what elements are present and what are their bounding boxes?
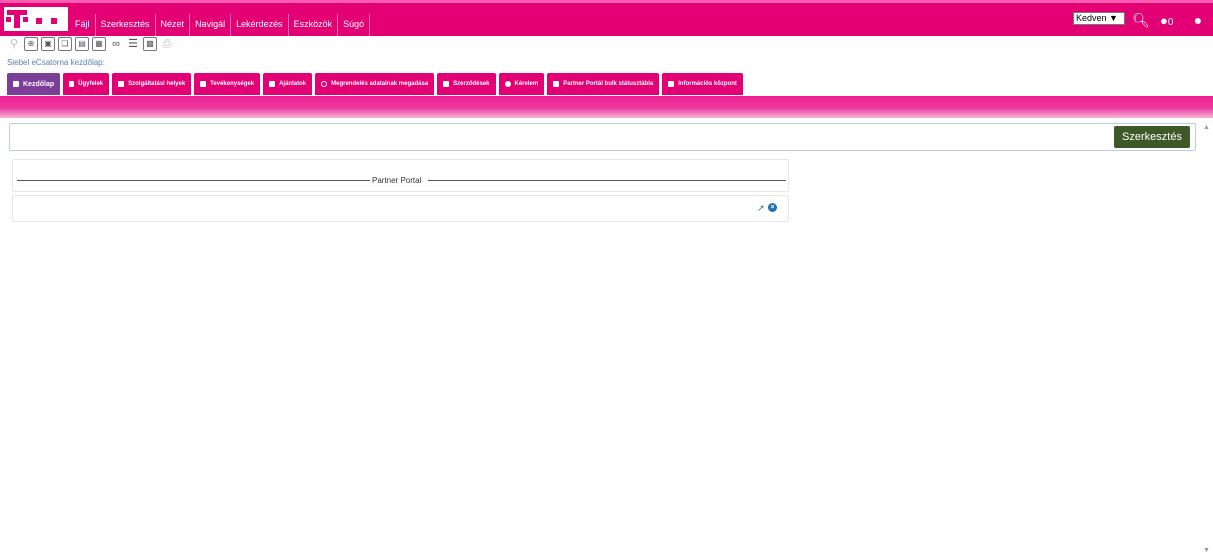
tab-home[interactable]: Kezdőlap — [7, 73, 61, 95]
tab-requests[interactable]: Kérelem — [498, 73, 545, 95]
breadcrumb: Siebel eCsatorna kezdőlap: — [7, 58, 105, 67]
scroll-down-icon[interactable]: ▼ — [1203, 547, 1210, 554]
gear-icon — [504, 81, 511, 87]
favorites-dropdown[interactable]: Kedven ▼ — [1073, 12, 1125, 25]
tab-activities[interactable]: Tevékenységek — [194, 73, 261, 95]
scroll-up-icon[interactable]: ▲ — [1203, 124, 1210, 131]
top-menu-bar: Fájl Szerkesztés Nézet Navigál Lekérdezé… — [0, 0, 1213, 36]
copy-icon[interactable]: ❏ — [58, 37, 72, 51]
tab-contracts[interactable]: Szerződések — [437, 73, 496, 95]
page-icon — [269, 81, 276, 87]
menu-file[interactable]: Fájl — [70, 14, 95, 36]
menu-help[interactable]: Súgó — [337, 14, 369, 36]
divider-line — [17, 180, 370, 181]
page-icon — [13, 81, 19, 87]
tab-order-details[interactable]: Megrendelés adatainak megadása — [315, 73, 435, 95]
page-icon — [118, 81, 125, 87]
main-menu: Fájl Szerkesztés Nézet Navigál Lekérdezé… — [70, 14, 371, 36]
app-toolbar: ⚲ ⊕ ▣ ❏ ▤ ▦ ∞ ☰ ▩ ⎙ — [7, 37, 174, 51]
close-icon[interactable]: × — [768, 203, 777, 212]
page-icon — [443, 81, 450, 87]
clipboard-icon[interactable]: ▩ — [143, 37, 157, 51]
query-icon[interactable]: ⚲ — [7, 37, 21, 51]
portal-title: Partner Portal — [372, 176, 422, 185]
vertical-scrollbar[interactable]: ▲ ▼ — [1199, 121, 1213, 558]
link-icon[interactable]: ∞ — [109, 37, 123, 51]
menu-edit[interactable]: Szerkesztés — [94, 14, 155, 36]
search-icon[interactable]: 🔍︎ — [1132, 12, 1150, 28]
notification-count: 0 — [1167, 17, 1174, 28]
home-header-panel — [9, 123, 1196, 151]
telekom-logo[interactable] — [4, 7, 68, 31]
portal-applet — [12, 195, 789, 222]
collapse-icon[interactable]: ↗ — [757, 203, 765, 214]
tab-bulk-status[interactable]: Partner Portál bulk státusztábla — [547, 73, 660, 95]
page-icon — [200, 81, 207, 87]
save-icon[interactable]: ▣ — [41, 37, 55, 51]
page-icon — [553, 81, 560, 87]
menu-query[interactable]: Lekérdezés — [230, 14, 288, 36]
chart-icon — [69, 81, 75, 87]
menu-view[interactable]: Nézet — [154, 14, 190, 36]
menu-navigate[interactable]: Navigál — [189, 14, 230, 36]
tab-service-locations[interactable]: Szolgáltatási helyek — [112, 73, 192, 95]
list-icon[interactable]: ☰ — [126, 37, 140, 51]
screen-tabs: Kezdőlap Ügyfelek Szolgáltatási helyek T… — [7, 73, 743, 95]
edit-layout-button[interactable]: Szerkesztés — [1114, 126, 1190, 148]
export-icon[interactable]: ▤ — [75, 37, 89, 51]
menu-tools[interactable]: Eszközök — [287, 14, 338, 36]
tab-info-center[interactable]: Információs központ — [662, 73, 743, 95]
chat-icon[interactable]: ●0 — [1160, 12, 1186, 28]
app-window: Fájl Szerkesztés Nézet Navigál Lekérdezé… — [0, 0, 1213, 558]
divider-line — [428, 180, 786, 181]
user-icon[interactable]: ● — [1189, 12, 1207, 28]
history-icon — [321, 81, 328, 87]
tab-customers[interactable]: Ügyfelek — [63, 73, 110, 95]
tab-underline-band — [0, 96, 1213, 118]
page-icon — [668, 81, 675, 87]
topbar-accent-line — [0, 0, 1213, 3]
tab-offers[interactable]: Ajánlatok — [263, 73, 313, 95]
print-icon[interactable]: ⎙ — [160, 37, 174, 51]
new-record-icon[interactable]: ⊕ — [24, 37, 38, 51]
delete-icon[interactable]: ▦ — [92, 37, 106, 51]
